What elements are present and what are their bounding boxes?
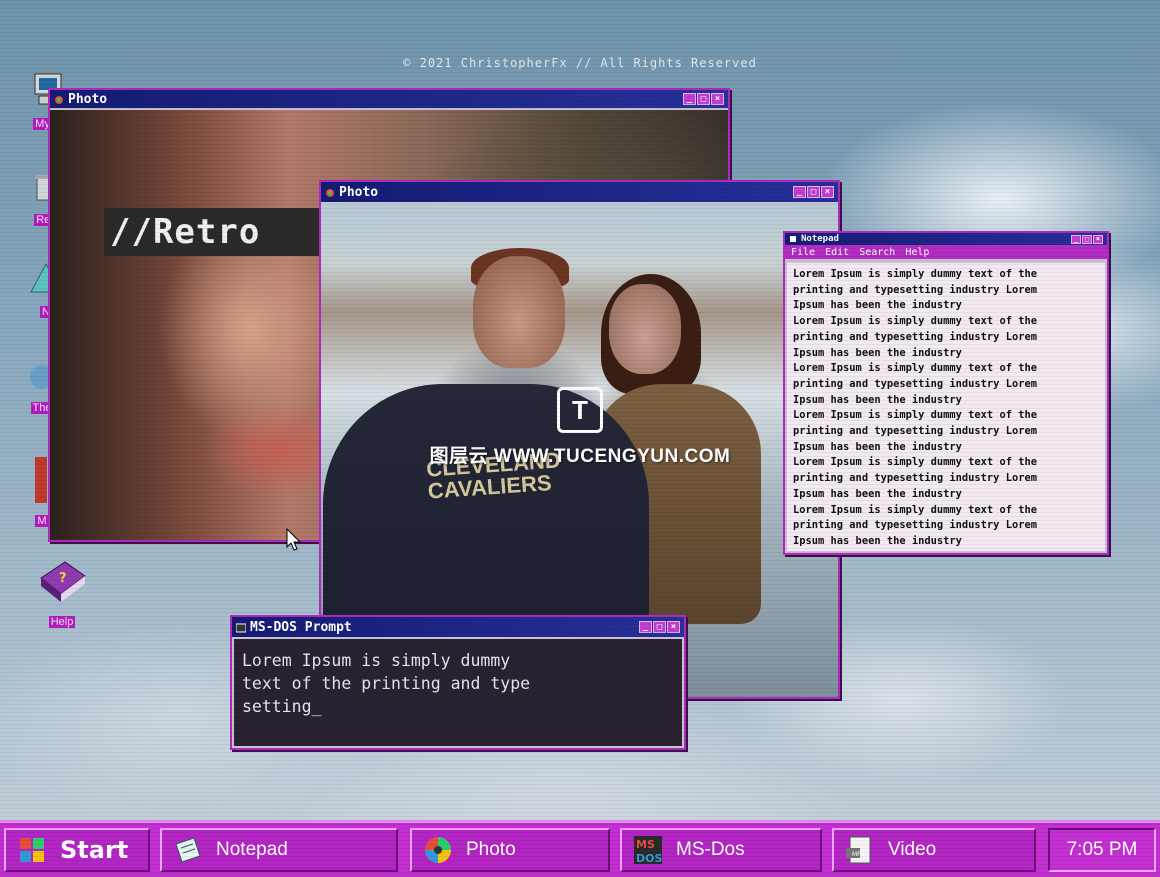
notepad-text-area[interactable]: Lorem Ipsum is simply dummy text of the p… <box>787 263 1105 551</box>
notepad-line: printing and typesetting industry Lorem <box>793 425 1037 438</box>
taskbar-msdos-button[interactable]: MS DOS MS-Dos <box>620 828 822 872</box>
notepad-line: Ipsum has been the industry <box>793 299 962 312</box>
desktop-icon-label: Help <box>48 616 76 628</box>
watermark-text: 图层云 WWW.TUCENGYUN.COM <box>429 446 731 467</box>
notepad-line: Ipsum has been the industry <box>793 393 962 406</box>
window-titlebar[interactable]: Photo _ □ × <box>50 90 728 108</box>
close-button[interactable]: × <box>821 186 834 198</box>
window-title: Photo <box>68 91 108 107</box>
taskbar-video-button[interactable]: MP4 Video <box>832 828 1036 872</box>
msdos-icon: MS DOS <box>632 834 664 866</box>
taskbar-clock: 7:05 PM <box>1048 828 1156 872</box>
desktop-icon-label: M <box>35 515 49 527</box>
watermark: T 图层云 WWW.TUCENGYUN.COM <box>400 387 760 468</box>
desktop: © 2021 ChristopherFx // All Rights Reser… <box>0 0 1160 877</box>
notepad-line: Ipsum has been the industry <box>793 440 962 453</box>
notepad-line: printing and typesetting industry Lorem <box>793 283 1037 296</box>
close-button[interactable]: × <box>667 621 680 633</box>
notepad-line: Ipsum has been the industry <box>793 534 962 547</box>
close-button[interactable]: × <box>1093 234 1103 244</box>
notepad-icon <box>172 834 204 866</box>
close-button[interactable]: × <box>711 93 724 105</box>
mouse-cursor-icon <box>286 528 302 551</box>
person-head <box>609 284 681 374</box>
taskbar-button-label: Photo <box>466 839 516 860</box>
maximize-button[interactable]: □ <box>807 186 820 198</box>
window-title: MS-DOS Prompt <box>250 619 352 635</box>
start-label: Start <box>60 836 129 864</box>
minimize-button[interactable]: _ <box>793 186 806 198</box>
desktop-icon-help[interactable]: ? Help <box>32 556 92 629</box>
taskbar-photo-button[interactable]: Photo <box>410 828 610 872</box>
menu-file[interactable]: File <box>791 247 815 258</box>
help-book-icon: ? <box>40 561 86 602</box>
window-title: Notepad <box>801 234 839 244</box>
notepad-line: Lorem Ipsum is simply dummy text of the <box>793 456 1037 469</box>
person-head <box>473 256 565 368</box>
minimize-button[interactable]: _ <box>639 621 652 633</box>
window-titlebar[interactable]: MS-DOS Prompt _ □ × <box>232 617 684 637</box>
maximize-button[interactable]: □ <box>1082 234 1092 244</box>
windows-logo-icon <box>16 834 48 866</box>
svg-text:?: ? <box>59 571 67 586</box>
retro-overlay-text: //Retro <box>104 208 322 256</box>
maximize-button[interactable]: □ <box>653 621 666 633</box>
notepad-line: Ipsum has been the industry <box>793 487 962 500</box>
taskbar-button-label: MS-Dos <box>676 839 745 860</box>
svg-text:MS: MS <box>636 838 655 851</box>
notepad-line: Lorem Ipsum is simply dummy text of the <box>793 503 1037 516</box>
photo-icon <box>422 834 454 866</box>
maximize-button[interactable]: □ <box>697 93 710 105</box>
start-button[interactable]: Start <box>4 828 150 872</box>
notepad-line: Lorem Ipsum is simply dummy text of the <box>793 362 1037 375</box>
notepad-line: Ipsum has been the industry <box>793 346 962 359</box>
notepad-line: printing and typesetting industry Lorem <box>793 472 1037 485</box>
taskbar-button-label: Notepad <box>216 839 288 860</box>
notepad-line: Lorem Ipsum is simply dummy text of the <box>793 268 1037 280</box>
notepad-line: printing and typesetting industry Lorem <box>793 330 1037 343</box>
taskbar-button-label: Video <box>888 839 937 860</box>
watermark-logo: T <box>557 387 603 433</box>
notepad-line: printing and typesetting industry Lorem <box>793 519 1037 532</box>
photo-icon <box>54 94 64 104</box>
svg-text:DOS: DOS <box>636 852 662 865</box>
menu-search[interactable]: Search <box>859 247 895 258</box>
notepad-line: Lorem Ipsum is simply dummy text of the <box>793 315 1037 328</box>
minimize-button[interactable]: _ <box>1071 234 1081 244</box>
svg-text:MP4: MP4 <box>852 851 865 858</box>
copyright-text: © 2021 ChristopherFx // All Rights Reser… <box>403 56 757 70</box>
window-titlebar[interactable]: Notepad _ □ × <box>785 233 1107 245</box>
notepad-window[interactable]: Notepad _ □ × File Edit Search Help Lore… <box>783 231 1109 555</box>
msdos-icon <box>235 622 247 633</box>
notepad-line: printing and typesetting industry Lorem <box>793 377 1037 390</box>
menu-bar: File Edit Search Help <box>785 245 1107 259</box>
menu-help[interactable]: Help <box>905 247 929 258</box>
taskbar-notepad-button[interactable]: Notepad <box>160 828 398 872</box>
photo-icon <box>325 187 335 197</box>
minimize-button[interactable]: _ <box>683 93 696 105</box>
menu-edit[interactable]: Edit <box>825 247 849 258</box>
msdos-window[interactable]: MS-DOS Prompt _ □ × Lorem Ipsum is simpl… <box>230 615 686 750</box>
window-titlebar[interactable]: Photo _ □ × <box>321 182 838 202</box>
taskbar: Start Notepad Photo MS DOS MS-Dos MP4 Vid… <box>0 820 1160 877</box>
video-icon: MP4 <box>844 834 876 866</box>
notepad-line: Lorem Ipsum is simply dummy text of the <box>793 409 1037 422</box>
window-title: Photo <box>339 184 379 200</box>
msdos-console[interactable]: Lorem Ipsum is simply dummy text of the … <box>234 639 682 746</box>
notepad-icon <box>789 235 797 243</box>
